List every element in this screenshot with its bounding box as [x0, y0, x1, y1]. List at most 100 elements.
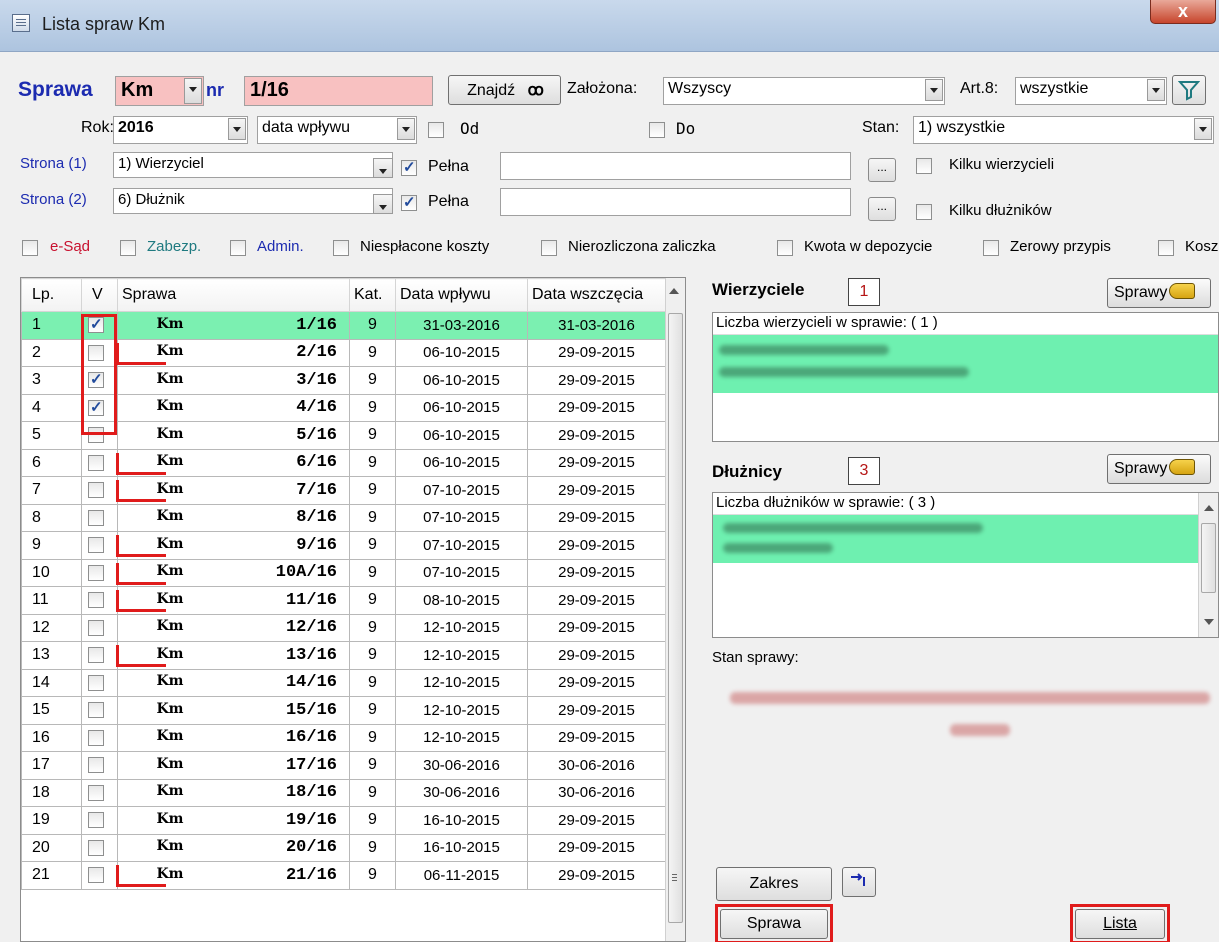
col-data-wszczecia[interactable]: Data wszczęcia	[527, 278, 666, 312]
col-data-wplywu[interactable]: Data wpływu	[395, 278, 528, 312]
chevron-down-icon[interactable]	[1147, 79, 1165, 101]
row-checkbox[interactable]	[88, 592, 104, 608]
scroll-thumb[interactable]	[1201, 523, 1216, 593]
debtor-entry[interactable]	[713, 515, 1198, 563]
scroll-up-icon[interactable]	[1204, 505, 1214, 511]
nierozliczona-checkbox[interactable]	[541, 240, 557, 256]
case-number-input[interactable]: 1/16	[244, 76, 433, 106]
row-checkbox[interactable]	[88, 647, 104, 663]
export-button[interactable]	[842, 867, 876, 897]
chevron-down-icon[interactable]	[228, 118, 246, 140]
table-row[interactable]: 1Km1/16931-03-201631-03-2016	[21, 311, 666, 340]
chevron-down-icon[interactable]	[373, 158, 393, 178]
niesplacone-checkbox[interactable]	[333, 240, 349, 256]
row-checkbox[interactable]	[88, 812, 104, 828]
close-button[interactable]: x	[1150, 0, 1216, 24]
row-checkbox[interactable]	[88, 729, 104, 746]
row-checkbox[interactable]	[88, 482, 104, 498]
row-checkbox[interactable]	[88, 867, 104, 883]
row-checkbox[interactable]	[88, 509, 104, 526]
admin-checkbox[interactable]	[230, 240, 246, 256]
chevron-down-icon[interactable]	[925, 79, 943, 101]
row-checkbox[interactable]	[88, 619, 104, 636]
strona2-browse-button[interactable]: ...	[868, 197, 896, 221]
strona1-pelna-checkbox[interactable]	[401, 158, 417, 176]
strona2-select[interactable]: 6) Dłużnik	[113, 188, 393, 214]
strona2-pelna-checkbox[interactable]	[401, 193, 417, 211]
table-row[interactable]: 16 Km 16/16 9 12-10-2015 29-09-2015	[21, 723, 666, 752]
cell-v	[81, 503, 118, 532]
cell-data-wplywu: 06-10-2015	[395, 448, 528, 477]
table-row[interactable]: 17 Km 17/16 9 30-06-2016 30-06-2016	[21, 751, 666, 780]
od-checkbox[interactable]	[428, 122, 444, 138]
cell-kat: 9	[349, 668, 396, 697]
table-row[interactable]: 12 Km 12/16 9 12-10-2015 29-09-2015	[21, 613, 666, 642]
kilku-wierzycieli-checkbox[interactable]	[916, 158, 932, 174]
filter-button[interactable]	[1172, 75, 1206, 105]
strona1-search-input[interactable]	[500, 152, 851, 180]
cell-data-wszczecia: 29-09-2015	[527, 641, 666, 670]
table-row[interactable]: 3 Km 3/16 906-10-201529-09-2015	[21, 366, 666, 395]
creditors-list[interactable]: Liczba wierzycieli w sprawie: ( 1 )	[712, 312, 1219, 442]
zabezp-label: Zabezp.	[147, 238, 202, 255]
zerowy-checkbox[interactable]	[983, 240, 999, 256]
strona1-select[interactable]: 1) Wierzyciel	[113, 152, 393, 178]
chevron-down-icon[interactable]	[373, 194, 393, 214]
case-repertorium: Km	[156, 398, 184, 415]
case-number: 2/16	[296, 343, 337, 363]
art8-value: wszystkie	[1020, 80, 1089, 97]
zakres-label: Zakres	[749, 875, 799, 892]
row-checkbox[interactable]	[88, 674, 104, 691]
scroll-down-icon[interactable]	[1204, 619, 1214, 625]
repertorium-select[interactable]: Km	[115, 76, 204, 106]
debtors-scrollbar[interactable]	[1198, 493, 1218, 637]
zakres-button[interactable]: Zakres	[716, 867, 832, 901]
table-row[interactable]: 18 Km 18/16 9 30-06-2016 30-06-2016	[21, 778, 666, 807]
chevron-down-icon[interactable]	[184, 78, 202, 104]
debtors-list[interactable]: Liczba dłużników w sprawie: ( 3 )	[712, 492, 1219, 638]
scroll-up-icon[interactable]	[669, 288, 679, 294]
row-checkbox[interactable]	[88, 702, 104, 718]
esad-checkbox[interactable]	[22, 240, 38, 256]
chevron-down-icon[interactable]	[397, 118, 415, 140]
art8-select[interactable]: wszystkie	[1015, 77, 1167, 105]
row-checkbox[interactable]	[88, 839, 104, 856]
table-row[interactable]: 14 Km 14/16 9 12-10-2015 29-09-2015	[21, 668, 666, 697]
chevron-down-icon[interactable]	[1194, 118, 1212, 140]
col-lp[interactable]: Lp.	[21, 278, 82, 312]
do-checkbox[interactable]	[649, 122, 665, 138]
row-checkbox[interactable]	[88, 537, 104, 553]
col-v[interactable]: V	[81, 278, 118, 312]
find-button[interactable]: Znajdź ꝏ	[448, 75, 561, 105]
table-row[interactable]: 19 Km 19/16 9 16-10-2015 29-09-2015	[21, 806, 666, 835]
col-sprawa[interactable]: Sprawa	[117, 278, 350, 312]
row-checkbox[interactable]	[88, 564, 104, 581]
row-checkbox[interactable]	[88, 757, 104, 773]
stan-select[interactable]: 1) wszystkie	[913, 116, 1214, 144]
kosz-checkbox[interactable]	[1158, 240, 1174, 256]
debtors-cases-button[interactable]: Sprawy	[1107, 454, 1211, 484]
row-checkbox[interactable]	[88, 784, 104, 801]
kilku-dluznikow-checkbox[interactable]	[916, 204, 932, 220]
year-select[interactable]: 2016	[113, 116, 248, 144]
strona1-browse-button[interactable]: ...	[868, 158, 896, 182]
zalozona-select[interactable]: Wszyscy	[663, 77, 945, 105]
table-row[interactable]: 20 Km 20/16 9 16-10-2015 29-09-2015	[21, 833, 666, 862]
scroll-thumb[interactable]	[668, 313, 683, 923]
table-row[interactable]: 8 Km 8/16 9 07-10-2015 29-09-2015	[21, 503, 666, 532]
grid-scrollbar[interactable]	[665, 278, 685, 941]
zabezp-checkbox[interactable]	[120, 240, 136, 256]
kwota-checkbox[interactable]	[777, 240, 793, 256]
table-row[interactable]: 4 Km 4/16 906-10-201529-09-2015	[21, 393, 666, 422]
col-kat[interactable]: Kat.	[349, 278, 396, 312]
case-repertorium: Km	[156, 728, 184, 745]
table-row[interactable]: 15 Km 15/16 9 12-10-2015 29-09-2015	[21, 696, 666, 725]
creditor-entry[interactable]	[713, 335, 1218, 393]
row-checkbox[interactable]	[88, 454, 104, 471]
case-id: Km 19/16	[119, 811, 349, 830]
table-row[interactable]: 5 Km 5/16 9 06-10-2015 29-09-2015	[21, 421, 666, 450]
strona2-search-input[interactable]	[500, 188, 851, 216]
date-kind-select[interactable]: data wpływu	[257, 116, 417, 144]
cell-lp: 8	[21, 503, 82, 532]
creditors-cases-button[interactable]: Sprawy	[1107, 278, 1211, 308]
